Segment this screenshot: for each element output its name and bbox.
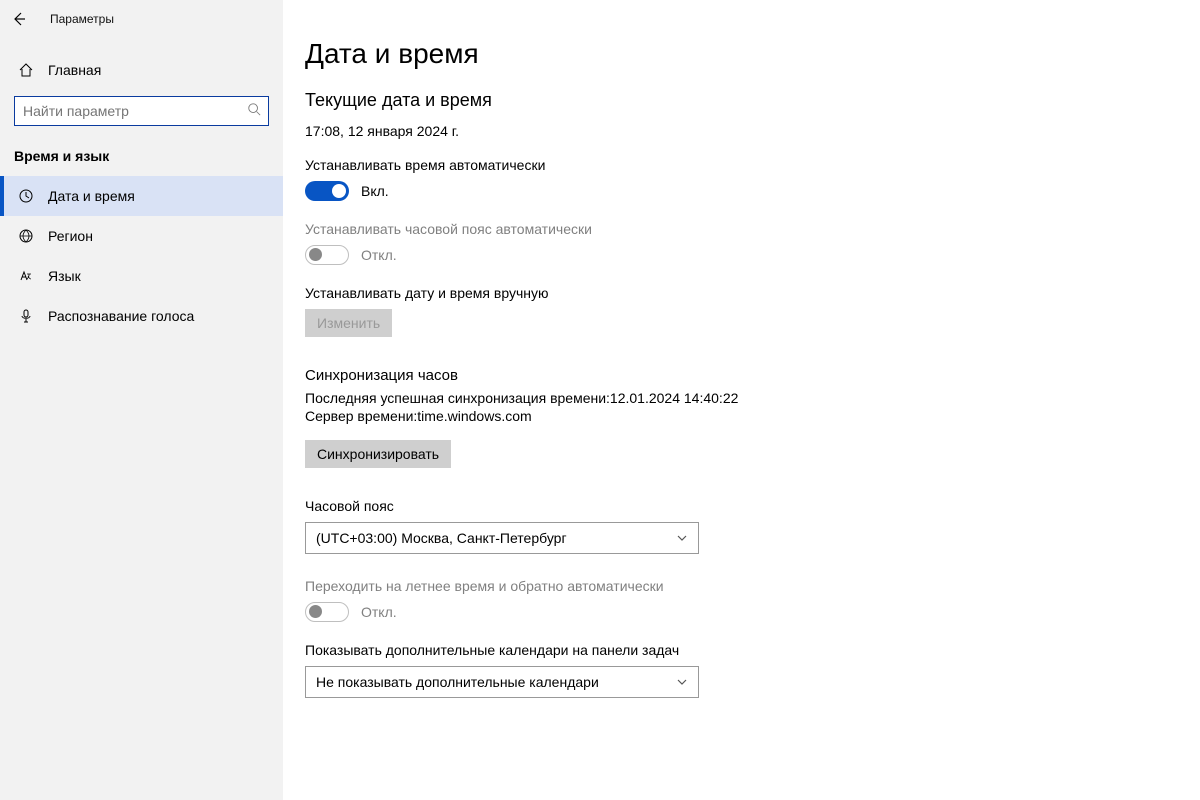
back-button[interactable] [8, 8, 30, 30]
globe-icon [18, 228, 34, 244]
sidebar-item-label: Распознавание голоса [48, 308, 194, 324]
auto-time-toggle[interactable] [305, 181, 349, 201]
window-title: Параметры [50, 12, 114, 26]
dst-state: Откл. [361, 604, 397, 620]
sidebar: Параметры Главная Время и язык Дата и вр… [0, 0, 283, 800]
language-icon [18, 268, 34, 284]
sidebar-section-title: Время и язык [0, 140, 283, 176]
auto-timezone-state: Откл. [361, 247, 397, 263]
chevron-down-icon [676, 532, 688, 544]
sidebar-item-speech[interactable]: Распознавание голоса [0, 296, 283, 336]
clock-icon [18, 188, 34, 204]
current-datetime-value: 17:08, 12 января 2024 г. [305, 123, 1200, 139]
auto-time-state: Вкл. [361, 183, 389, 199]
search-icon [247, 102, 261, 116]
timezone-select[interactable]: (UTC+03:00) Москва, Санкт-Петербург [305, 522, 699, 554]
timezone-value: (UTC+03:00) Москва, Санкт-Петербург [316, 530, 567, 546]
timezone-label: Часовой пояс [305, 498, 1200, 514]
dst-label: Переходить на летнее время и обратно авт… [305, 578, 1200, 594]
sync-last-success: Последняя успешная синхронизация времени… [305, 390, 1200, 406]
home-icon [18, 62, 34, 78]
manual-set-label: Устанавливать дату и время вручную [305, 285, 1200, 301]
extra-calendars-value: Не показывать дополнительные календари [316, 674, 599, 690]
sync-heading: Синхронизация часов [305, 367, 1200, 384]
sidebar-item-region[interactable]: Регион [0, 216, 283, 256]
sidebar-item-date-time[interactable]: Дата и время [0, 176, 283, 216]
extra-calendars-select[interactable]: Не показывать дополнительные календари [305, 666, 699, 698]
sidebar-item-language[interactable]: Язык [0, 256, 283, 296]
change-button[interactable]: Изменить [305, 309, 392, 337]
sidebar-home-label: Главная [48, 62, 101, 78]
main-content: Дата и время Текущие дата и время 17:08,… [283, 0, 1200, 800]
current-datetime-heading: Текущие дата и время [305, 90, 1200, 111]
sidebar-item-label: Регион [48, 228, 93, 244]
sidebar-item-label: Язык [48, 268, 81, 284]
sync-now-button[interactable]: Синхронизировать [305, 440, 451, 468]
search-input[interactable] [14, 96, 269, 126]
chevron-down-icon [676, 676, 688, 688]
auto-timezone-label: Устанавливать часовой пояс автоматически [305, 221, 1200, 237]
page-title: Дата и время [305, 38, 1200, 70]
search-wrap [14, 96, 269, 126]
sync-server: Сервер времени:time.windows.com [305, 408, 1200, 424]
auto-time-label: Устанавливать время автоматически [305, 157, 1200, 173]
extra-calendars-label: Показывать дополнительные календари на п… [305, 642, 1200, 658]
back-arrow-icon [11, 11, 27, 27]
title-bar: Параметры [0, 0, 283, 38]
auto-timezone-toggle [305, 245, 349, 265]
dst-toggle [305, 602, 349, 622]
microphone-icon [18, 308, 34, 324]
sidebar-item-label: Дата и время [48, 188, 135, 204]
sidebar-home[interactable]: Главная [0, 52, 283, 88]
